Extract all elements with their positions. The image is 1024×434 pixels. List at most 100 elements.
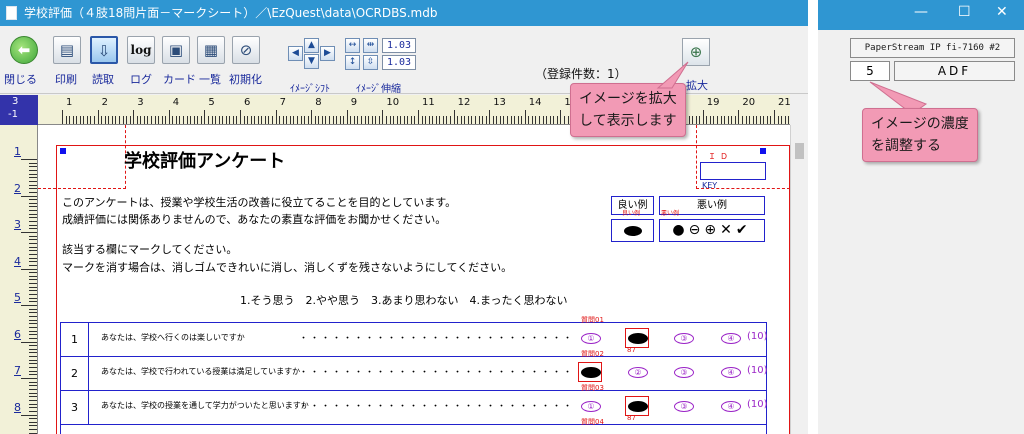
ruler-tick (250, 116, 252, 124)
ruler-tick (29, 374, 37, 376)
scanner-icon: ⇩ (97, 42, 111, 60)
ruler-tick (752, 116, 754, 124)
stretch-label: ｲﾒｰｼﾞ伸縮 (356, 84, 401, 95)
ruler-tick (709, 116, 711, 124)
log-button[interactable]: log (127, 36, 155, 64)
answer-bubble[interactable]: ② (628, 333, 648, 344)
ruler-tick (197, 116, 199, 124)
form-image[interactable]: 学校評価アンケート ＩＤ KEY このアンケートは、授業や学校生活の改善に役立て… (38, 125, 790, 434)
ruler-tick (29, 213, 37, 215)
density-field[interactable]: 5 (850, 61, 890, 81)
ruler-tick (314, 116, 316, 124)
answer-bubble[interactable]: ② (628, 401, 648, 412)
ruler-tick (403, 116, 405, 124)
close-button[interactable]: ⬅ (10, 36, 38, 64)
ruler-tick (154, 116, 156, 124)
ruler-tick (492, 116, 494, 124)
ruler-tick (29, 169, 37, 171)
answer-bubble[interactable]: ① (581, 367, 601, 378)
id-field[interactable] (700, 162, 766, 180)
registration-mark-left (60, 148, 66, 154)
vertical-scrollbar[interactable] (790, 125, 808, 434)
shift-up-button[interactable]: ▲ (304, 38, 319, 53)
leader-dots: ・・・・・・・・・・・・・・・・・・・・・・・・・ (299, 402, 575, 412)
shift-down-button[interactable]: ▼ (304, 54, 319, 69)
stretch-v-expand-button[interactable]: ↕ (345, 55, 360, 70)
question-table: 1 あなたは、学校へ行くのは楽しいですか ・・・・・・・・・・・・・・・・・・・・・… (60, 316, 768, 434)
ruler-tick (29, 403, 37, 405)
ruler-tick (29, 396, 37, 398)
log-label: ログ (130, 73, 152, 86)
window-title: 学校評価（４肢18問片面－マークシート）／\EzQuest\data\OCRDB… (24, 6, 438, 20)
ruler-tick (104, 116, 106, 124)
paper-source-select[interactable]: ADF (894, 61, 1015, 81)
ruler-tick (478, 116, 480, 124)
ruler-tick (172, 116, 174, 124)
ruler-tick (29, 359, 37, 361)
ruler-tick (264, 116, 266, 124)
ruler-tick (62, 110, 63, 124)
ruler-number: 12 (457, 97, 471, 108)
stretch-y-field[interactable]: 1.03 (382, 55, 416, 70)
stretch-v-shrink-button[interactable]: ⇳ (363, 55, 378, 70)
answer-bubble[interactable]: ④ (721, 333, 741, 344)
print-label: 印刷 (55, 73, 77, 86)
answer-bubble[interactable]: ③ (674, 367, 694, 378)
ruler-corner: 3 -1 (0, 95, 38, 125)
title-bar: 学校評価（４肢18問片面－マークシート）／\EzQuest\data\OCRDB… (0, 0, 808, 26)
scrollbar-thumb[interactable] (795, 143, 804, 159)
answer-bubble[interactable]: ③ (674, 333, 694, 344)
shift-left-button[interactable]: ◀ (288, 46, 303, 61)
ruler-tick (229, 116, 231, 124)
ruler-tick (29, 253, 37, 255)
shift-right-button[interactable]: ▶ (320, 46, 335, 61)
ruler-tick (165, 116, 167, 124)
ruler-number: 6 (244, 97, 251, 108)
printer-icon: ▤ (59, 41, 75, 59)
ruler-tick (781, 116, 783, 124)
stretch-x-field[interactable]: 1.03 (382, 38, 416, 53)
read-button[interactable]: ⇩ (90, 36, 118, 64)
recognition-score: 87 (627, 346, 636, 354)
ruler-tick (29, 162, 37, 164)
ruler-number: 3 (137, 97, 144, 108)
ruler-corner-bottom: -1 (8, 109, 18, 120)
scanner-select[interactable]: PaperStream IP fi-7160 #2 (850, 38, 1015, 58)
minimize-button[interactable]: — (914, 4, 928, 20)
list-button[interactable]: ▦ (197, 36, 225, 64)
ruler-tick (29, 202, 37, 204)
ruler-number: 5 (14, 291, 21, 304)
answer-bubble[interactable]: ④ (721, 401, 741, 412)
close-window-button[interactable]: ✕ (996, 4, 1008, 20)
answer-bubble[interactable]: ① (581, 333, 601, 344)
intro-line-2: 成績評価には関係ありませんので、あなたの素直な評価をお聞かせください。 (62, 213, 447, 226)
ruler-tick (29, 348, 37, 350)
stretch-h-shrink-button[interactable]: ⇹ (363, 38, 378, 53)
ruler-tick (514, 116, 516, 124)
print-button[interactable]: ▤ (53, 36, 81, 64)
density-callout: イメージの濃度 を調整する (862, 108, 978, 162)
answer-bubble[interactable]: ③ (674, 401, 694, 412)
ruler-tick (435, 116, 437, 124)
stretch-h-expand-button[interactable]: ↔ (345, 38, 360, 53)
ruler-number: 2 (14, 181, 21, 195)
ruler-tick (29, 312, 37, 314)
ruler-tick (29, 261, 37, 263)
answer-bubble[interactable]: ② (628, 367, 648, 378)
id-label: ＩＤ (708, 152, 732, 161)
ruler-tick (385, 116, 387, 124)
ruler-tick (29, 352, 37, 354)
question-weight: (10) (747, 331, 768, 342)
ruler-tick (204, 110, 206, 124)
answer-bubble[interactable]: ④ (721, 367, 741, 378)
answer-bubble[interactable]: ① (581, 401, 601, 412)
card-button[interactable]: ▣ (162, 36, 190, 64)
vertical-ruler: 1 2 3 4 5 6 7 8 (0, 125, 38, 434)
leader-dots: ・・・・・・・・・・・・・・・・・・・・・・・・・ (299, 334, 575, 344)
reset-button[interactable]: ⊘ (232, 36, 260, 64)
ruler-tick (738, 110, 740, 124)
ruler-tick (29, 246, 37, 248)
ruler-tick (29, 239, 37, 241)
ruler-tick (143, 116, 145, 124)
maximize-button[interactable]: ☐ (958, 4, 971, 20)
